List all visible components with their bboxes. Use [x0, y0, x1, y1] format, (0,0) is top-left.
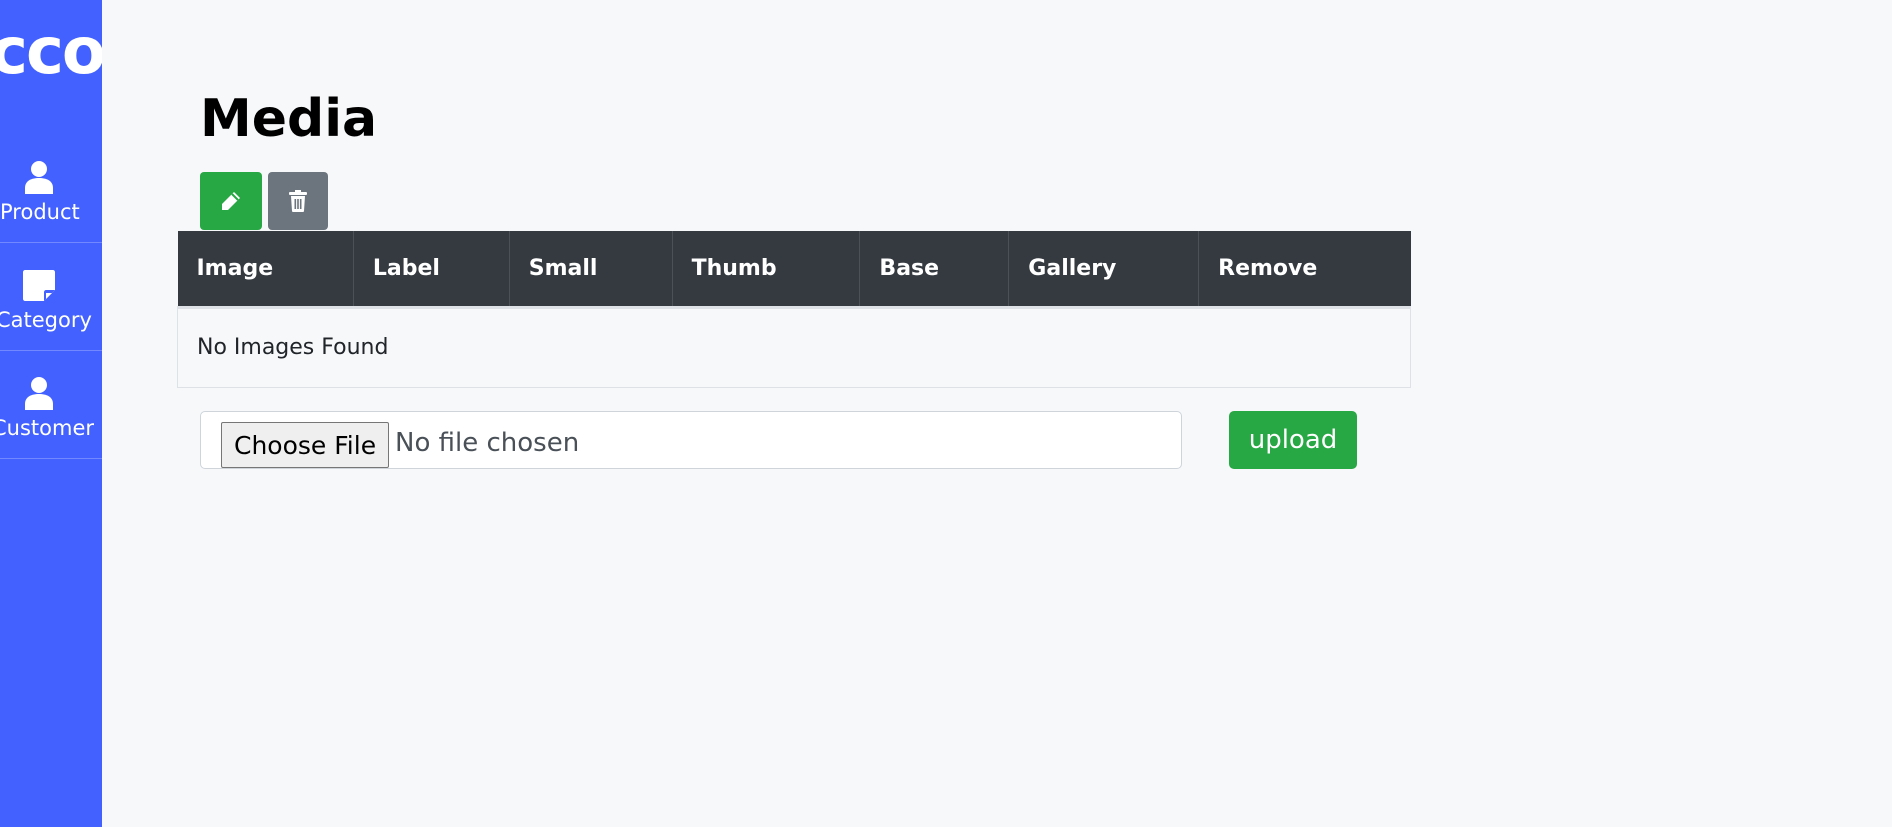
- column-header-remove: Remove: [1198, 231, 1411, 309]
- sticky-note-icon: [23, 270, 55, 301]
- sidebar-item-label: Product: [0, 200, 80, 224]
- file-status-text: No file chosen: [395, 428, 580, 458]
- edit-button[interactable]: [200, 172, 262, 230]
- sidebar-item-product[interactable]: Product: [0, 134, 102, 243]
- sidebar-item-label: Category: [0, 308, 92, 332]
- sidebar-item-label: Customer: [0, 416, 95, 440]
- app-logo: cco: [0, 15, 102, 89]
- column-header-image: Image: [177, 231, 354, 309]
- trash-icon: [289, 190, 307, 212]
- user-icon: [25, 377, 53, 410]
- column-header-label: Label: [353, 231, 510, 309]
- media-table: Image Label Small Thumb Base Gallery Rem…: [177, 231, 1411, 388]
- pencil-icon: [222, 192, 240, 210]
- delete-button[interactable]: [268, 172, 328, 230]
- column-header-small: Small: [509, 231, 673, 309]
- column-header-gallery: Gallery: [1008, 231, 1200, 309]
- empty-message: No Images Found: [177, 306, 1411, 388]
- user-icon: [25, 161, 53, 194]
- table-header-row: Image Label Small Thumb Base Gallery Rem…: [177, 231, 1411, 309]
- upload-button[interactable]: upload: [1229, 411, 1357, 469]
- page-title: Media: [200, 89, 378, 149]
- file-input[interactable]: Choose File No file chosen: [200, 411, 1182, 469]
- sidebar: cco Product Category Customer: [0, 0, 102, 827]
- sidebar-item-category[interactable]: Category: [0, 242, 102, 351]
- choose-file-button[interactable]: Choose File: [221, 422, 390, 468]
- sidebar-item-customer[interactable]: Customer: [0, 350, 102, 459]
- column-header-thumb: Thumb: [672, 231, 861, 309]
- column-header-base: Base: [859, 231, 1010, 309]
- main-content: Media Image Label Small Thumb Base Galle…: [102, 0, 1892, 827]
- table-row: No Images Found: [177, 306, 1411, 388]
